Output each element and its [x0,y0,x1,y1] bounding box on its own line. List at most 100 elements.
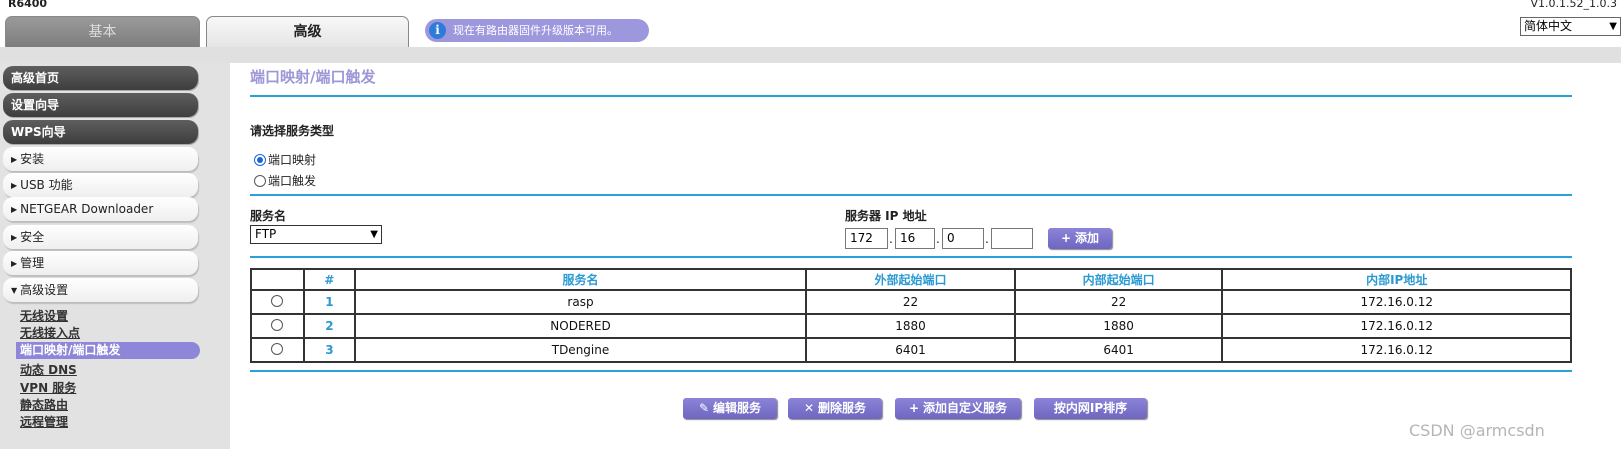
radio-button[interactable] [254,174,266,187]
row-external-port: 22 [805,289,1016,315]
add-custom-service-button[interactable]: + 添加自定义服务 [895,398,1021,419]
sidebar-section-admin[interactable]: ▶ 管理 [3,251,198,275]
row-number: 2 [302,313,356,339]
sidebar-item-remote-management[interactable]: 远程管理 [16,414,200,431]
row-radio-button[interactable] [271,318,284,331]
sidebar-item-wps-wizard[interactable]: WPS向导 [3,120,198,144]
tab-basic[interactable]: 基本 [5,16,200,48]
radio-label: 端口触发 [268,174,317,188]
table-row[interactable]: 1 rasp 22 22 172.16.0.12 [250,289,1572,315]
service-name-select[interactable]: FTP ▼ [250,225,382,244]
language-select[interactable]: 简体中文 ▼ [1520,17,1621,36]
firmware-version: V1.0.1.52_1.0.3 [1530,0,1618,10]
column-header-external-port: 外部起始端口 [805,268,1016,291]
sidebar-item-setup-wizard[interactable]: 设置向导 [3,93,198,117]
close-icon: ✕ [803,401,815,415]
row-select-cell[interactable] [250,289,305,315]
radio-port-forwarding[interactable]: 端口映射 [254,151,316,168]
column-header-select [250,268,305,291]
watermark: CSDN @armcsdn [1409,421,1545,440]
row-internal-port: 6401 [1013,337,1224,363]
row-internal-ip: 172.16.0.12 [1221,313,1572,339]
divider-line [250,370,1572,372]
sidebar-item-wireless-settings[interactable]: 无线设置 [16,308,200,325]
service-name-value: FTP [255,227,277,241]
sidebar-section-label: 高级设置 [20,283,69,297]
row-select-cell[interactable] [250,313,305,339]
triangle-down-icon: ▼ [11,286,18,295]
table-row[interactable]: 2 NODERED 1880 1880 172.16.0.12 [250,313,1572,339]
firmware-update-text: 现在有路由器固件升级版本可用。 [453,24,618,37]
divider-line [250,95,1572,97]
add-button-label: 添加 [1075,231,1100,245]
table-row[interactable]: 3 TDengine 6401 6401 172.16.0.12 [250,337,1572,363]
sort-by-ip-label: 按内网IP排序 [1053,401,1128,415]
ip-octet-3[interactable]: 0 [942,228,984,249]
service-name-label: 服务名 [250,209,287,223]
row-service-name: TDengine [353,337,808,363]
row-external-port: 1880 [805,313,1016,339]
row-internal-ip: 172.16.0.12 [1221,289,1572,315]
server-ip-label: 服务器 IP 地址 [845,209,927,223]
row-number: 3 [302,337,356,363]
sidebar-item-dynamic-dns[interactable]: 动态 DNS [16,362,200,379]
edit-service-button[interactable]: ✎ 编辑服务 [683,398,777,419]
sidebar-item-static-routes[interactable]: 静态路由 [16,397,200,414]
ip-dot: . [985,232,989,246]
sidebar-section-setup[interactable]: ▶ 安装 [3,147,198,171]
column-header-internal-port: 内部起始端口 [1013,268,1224,291]
edit-service-label: 编辑服务 [713,401,762,415]
sidebar-item-port-forwarding[interactable]: 端口映射/端口触发 [16,342,200,359]
divider-line [250,256,1572,258]
top-divider-bar [0,47,1621,63]
triangle-right-icon: ▶ [11,205,18,214]
sidebar-section-label: NETGEAR Downloader [20,202,154,216]
ip-octet-2[interactable]: 16 [895,228,935,249]
column-header-number: # [302,268,356,291]
ip-octet-4[interactable] [991,228,1033,249]
info-icon: i [429,22,446,39]
firmware-update-notice[interactable]: i 现在有路由器固件升级版本可用。 [425,19,649,42]
port-forwarding-table: # 服务名 外部起始端口 内部起始端口 内部IP地址 1 rasp 22 22 … [250,268,1572,363]
sidebar-item-vpn[interactable]: VPN 服务 [16,380,200,397]
sidebar-section-label: 安装 [20,152,45,166]
service-type-label: 请选择服务类型 [250,124,335,138]
chevron-down-icon: ▼ [370,229,378,240]
add-custom-service-label: 添加自定义服务 [923,401,1008,415]
sort-by-ip-button[interactable]: 按内网IP排序 [1034,398,1147,419]
triangle-right-icon: ▶ [11,259,18,268]
sidebar-section-downloader[interactable]: ▶ NETGEAR Downloader [3,197,198,221]
ip-dot: . [936,232,940,246]
sidebar-section-advanced-setup[interactable]: ▼ 高级设置 [3,278,198,302]
row-service-name: rasp [353,289,808,315]
tab-advanced[interactable]: 高级 [206,16,409,48]
radio-port-triggering[interactable]: 端口触发 [254,172,316,189]
radio-label: 端口映射 [268,153,317,167]
chevron-down-icon: ▼ [1609,21,1617,32]
triangle-right-icon: ▶ [11,181,18,190]
radio-button[interactable] [254,153,266,166]
sidebar-item-advanced-home[interactable]: 高级首页 [3,66,198,90]
divider-line [250,194,1572,196]
router-model: R6400 [8,0,48,10]
language-value: 简体中文 [1524,19,1573,33]
sidebar-section-label: 管理 [20,256,45,270]
triangle-right-icon: ▶ [11,155,18,164]
pencil-icon: ✎ [698,401,710,415]
sidebar-section-security[interactable]: ▶ 安全 [3,225,198,249]
column-header-internal-ip: 内部IP地址 [1221,268,1572,291]
add-button[interactable]: + 添加 [1048,228,1112,249]
ip-octet-1[interactable]: 172 [845,228,888,249]
delete-service-label: 删除服务 [818,401,867,415]
plus-icon: + [1060,231,1072,245]
row-internal-port: 1880 [1013,313,1224,339]
page-title: 端口映射/端口触发 [250,68,376,86]
delete-service-button[interactable]: ✕ 删除服务 [788,398,882,419]
row-select-cell[interactable] [250,337,305,363]
sidebar-section-usb[interactable]: ▶ USB 功能 [3,173,198,197]
row-radio-button[interactable] [271,294,284,307]
triangle-right-icon: ▶ [11,233,18,242]
row-number: 1 [302,289,356,315]
sidebar-item-access-point[interactable]: 无线接入点 [16,325,200,342]
row-radio-button[interactable] [271,342,284,355]
